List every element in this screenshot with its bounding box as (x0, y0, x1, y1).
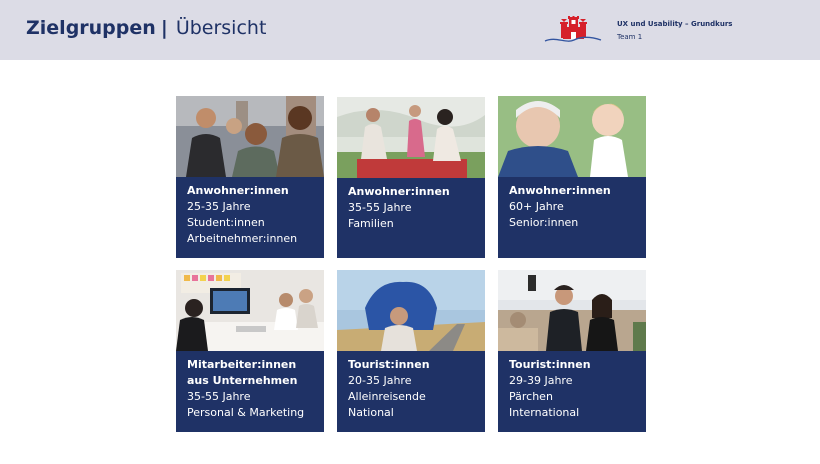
card-text: Tourist:innen 20-35 Jahre Alleinreisende… (348, 357, 479, 421)
page-title-main: Zielgruppen (26, 17, 156, 39)
card-text: Mitarbeiter:innen aus Unternehmen 35-55 … (187, 357, 318, 421)
header-bar: Zielgruppen | Übersicht UX und Usability … (0, 0, 820, 60)
card-text: Anwohner:innen 60+ Jahre Senior:innen (509, 183, 640, 231)
hamburg-castle-logo-icon (544, 16, 602, 42)
couple-selfie-city-photo (498, 270, 646, 351)
target-group-card: Anwohner:innen 25-35 Jahre Student:innen… (176, 96, 324, 258)
card-line: 20-35 Jahre (348, 374, 412, 387)
card-heading: Tourist:innen (348, 358, 430, 371)
card-line: 35-55 Jahre (187, 390, 251, 403)
card-line: Familien (348, 217, 394, 230)
card-heading: Mitarbeiter:innen (187, 358, 297, 371)
card-line: Student:innen (187, 216, 265, 229)
card-heading: Anwohner:innen (187, 184, 289, 197)
card-heading: Anwohner:innen (348, 185, 450, 198)
target-group-card: Anwohner:innen 60+ Jahre Senior:innen (498, 96, 646, 258)
card-text: Anwohner:innen 35-55 Jahre Familien (348, 184, 479, 232)
target-group-card: Tourist:innen 29-39 Jahre Pärchen Intern… (498, 270, 646, 432)
card-line: Pärchen (509, 390, 553, 403)
card-line: Arbeitnehmer:innen (187, 232, 298, 245)
course-label: UX und Usability – Grundkurs (617, 20, 733, 28)
card-text: Anwohner:innen 25-35 Jahre Student:innen… (187, 183, 318, 247)
card-line: 60+ Jahre (509, 200, 564, 213)
card-line: Personal & Marketing (187, 406, 305, 419)
page-title-sub: Übersicht (175, 17, 267, 39)
card-line: 29-39 Jahre (509, 374, 573, 387)
grandfather-granddaughter-photo (498, 96, 646, 177)
team-label: Team 1 (617, 33, 643, 41)
card-line: National (348, 406, 394, 419)
target-group-card: Mitarbeiter:innen aus Unternehmen 35-55 … (176, 270, 324, 432)
backpacker-road-photo (337, 270, 485, 351)
target-group-card: Anwohner:innen 35-55 Jahre Familien (337, 97, 485, 258)
card-heading: aus Unternehmen (187, 374, 298, 387)
card-line: Alleinreisende (348, 390, 426, 403)
office-meeting-photo (176, 270, 324, 351)
card-line: 35-55 Jahre (348, 201, 412, 214)
card-text: Tourist:innen 29-39 Jahre Pärchen Intern… (509, 357, 640, 421)
card-heading: Tourist:innen (509, 358, 591, 371)
card-line: Senior:innen (509, 216, 579, 229)
page-title: Zielgruppen | Übersicht (26, 17, 266, 39)
card-line: 25-35 Jahre (187, 200, 251, 213)
page-title-separator: | (160, 17, 168, 39)
card-line: International (509, 406, 580, 419)
target-group-card: Tourist:innen 20-35 Jahre Alleinreisende… (337, 270, 485, 432)
family-picnic-park-photo (337, 97, 485, 178)
card-heading: Anwohner:innen (509, 184, 611, 197)
young-friends-laughing-city-photo (176, 96, 324, 177)
